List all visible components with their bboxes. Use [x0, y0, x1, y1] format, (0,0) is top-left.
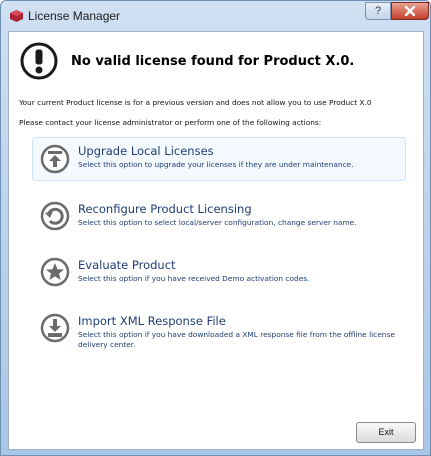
evaluate-product-option[interactable]: Evaluate Product Select this option if y…	[32, 251, 406, 293]
upgrade-icon	[40, 144, 70, 174]
option-title: Upgrade Local Licenses	[78, 144, 214, 158]
option-description: Select this option if you have downloade…	[78, 330, 395, 349]
option-title: Import XML Response File	[78, 314, 226, 328]
option-description: Select this option to upgrade your licen…	[78, 160, 354, 169]
dialog-content: No valid license found for Product X.0. …	[8, 31, 424, 450]
import-xml-response-file-option[interactable]: Import XML Response File Select this opt…	[32, 307, 406, 357]
option-description: Select this option if you have received …	[78, 274, 310, 283]
license-manager-window: License Manager ? No valid license found…	[0, 0, 431, 456]
option-description: Select this option to select local/serve…	[78, 218, 357, 227]
exclamation-icon	[20, 42, 58, 80]
help-button[interactable]: ?	[365, 2, 391, 20]
reconfigure-icon	[40, 201, 70, 231]
option-title: Reconfigure Product Licensing	[78, 202, 252, 216]
option-title: Evaluate Product	[78, 258, 176, 272]
star-icon	[40, 257, 70, 287]
close-icon	[404, 5, 416, 17]
reconfigure-product-licensing-option[interactable]: Reconfigure Product Licensing Select thi…	[32, 195, 406, 237]
header: No valid license found for Product X.0.	[9, 32, 423, 91]
instruction-message: Please contact your license administrato…	[19, 118, 322, 127]
page-title: No valid license found for Product X.0.	[71, 54, 355, 69]
close-button[interactable]	[391, 2, 429, 20]
app-icon	[10, 10, 23, 22]
import-icon	[40, 313, 70, 343]
window-title: License Manager	[28, 9, 121, 23]
title-bar[interactable]: License Manager ?	[1, 1, 430, 31]
info-message: Your current Product license is for a pr…	[19, 98, 372, 107]
upgrade-local-licenses-option[interactable]: Upgrade Local Licenses Select this optio…	[32, 137, 406, 181]
exit-button[interactable]: Exit	[356, 422, 416, 443]
